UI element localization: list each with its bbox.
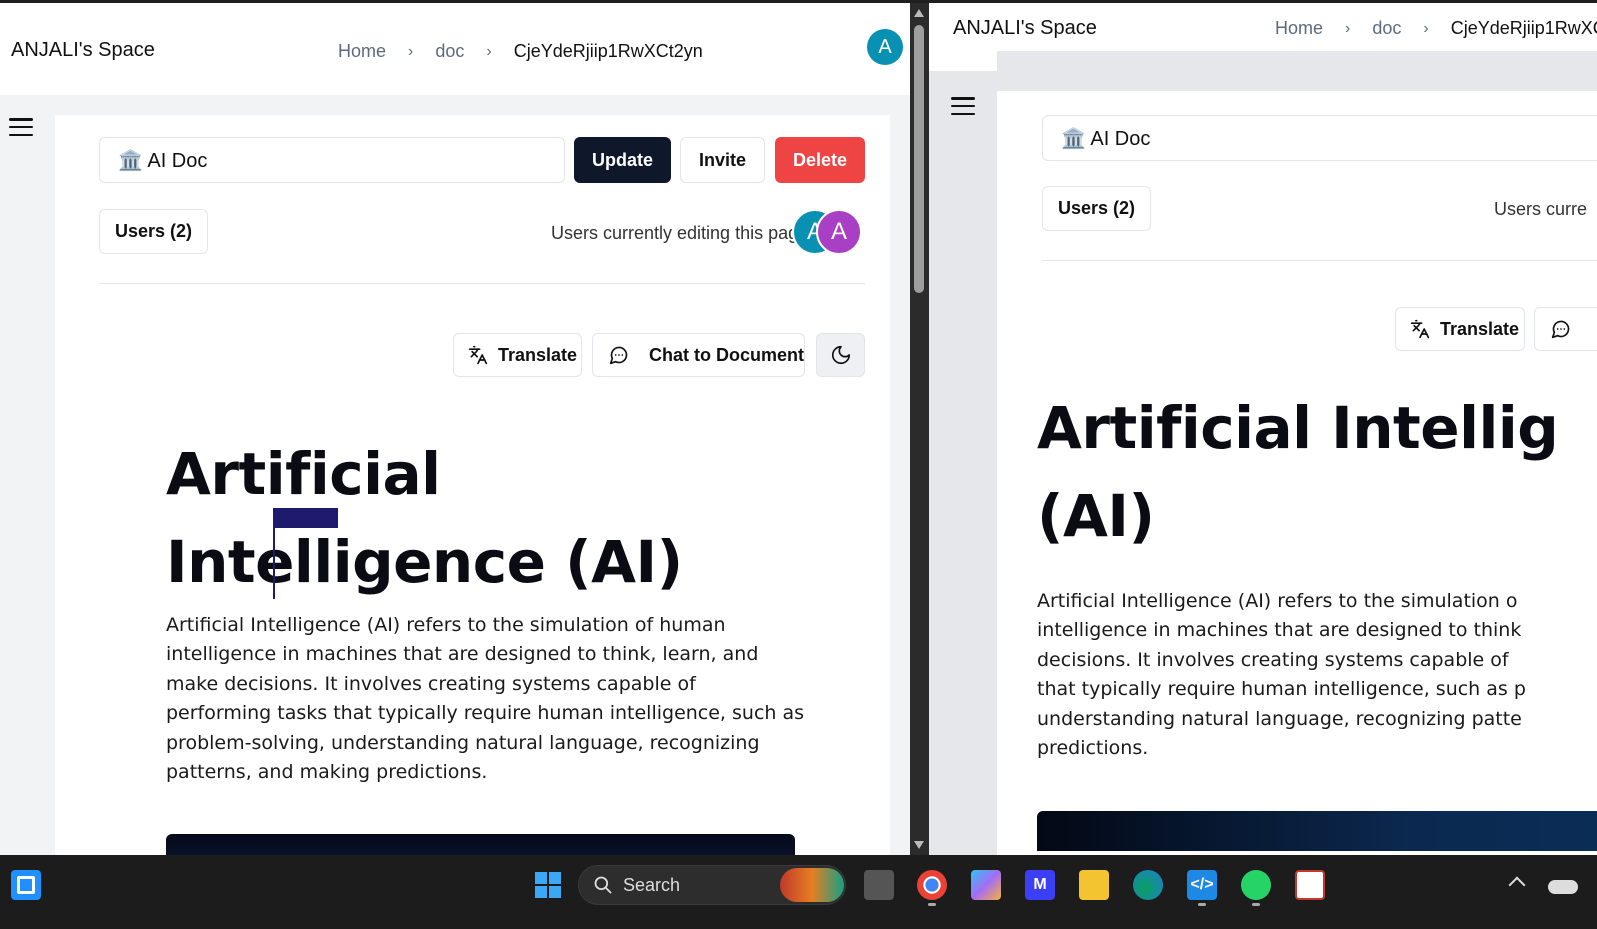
user-avatar[interactable]: A	[867, 29, 903, 65]
windows-taskbar: Search M </>	[0, 855, 1597, 929]
editing-users-label: Users currently editing this page	[551, 223, 809, 243]
document-panel: 🏛️ AI Doc Update Invite Delete Users (2)…	[75, 115, 890, 872]
search-highlight-icon[interactable]	[780, 868, 844, 902]
chevron-up-icon[interactable]	[1508, 876, 1526, 894]
paragraph-line: Artificial Intelligence (AI) refers to t…	[1037, 590, 1518, 612]
chat-label: Chat to Document	[649, 344, 804, 365]
invite-button[interactable]: Invite	[680, 137, 765, 183]
document-heading[interactable]: Artificial Intelligence (AI)	[166, 430, 806, 606]
divider	[1042, 260, 1597, 261]
divider	[99, 283, 865, 284]
paragraph-line: understanding natural language, recogniz…	[1037, 707, 1522, 730]
document-paragraph[interactable]: Artificial Intelligence (AI) refers to t…	[1037, 587, 1597, 763]
snipping-tool-icon[interactable]	[1295, 870, 1325, 900]
document-paragraph[interactable]: Artificial Intelligence (AI) refers to t…	[166, 611, 806, 787]
translate-label: Translate	[498, 344, 578, 365]
editor-avatar[interactable]: A	[816, 209, 862, 255]
whatsapp-icon[interactable]	[1241, 870, 1271, 900]
breadcrumb-home[interactable]: Home	[338, 41, 386, 62]
breadcrumb-home[interactable]: Home	[1275, 18, 1323, 39]
menu-icon[interactable]	[951, 97, 975, 115]
editing-users-label: Users curre	[1494, 199, 1588, 219]
chrome-icon[interactable]	[917, 870, 947, 900]
chevron-right-icon: ›	[1423, 19, 1429, 37]
breadcrumb: Home › doc › CjeYdeRjiip1RwXCt2yn	[338, 41, 703, 62]
top-bar: ANJALI's Space Home › doc › CjeYdeRjiip1…	[0, 3, 910, 95]
translate-button[interactable]: Translate	[1395, 307, 1525, 351]
breadcrumb-current: CjeYdeRjiip1RwXCt2yn	[513, 41, 703, 61]
translate-icon	[468, 345, 488, 365]
collaborator-cursor	[273, 515, 275, 599]
paragraph-line: decisions. It involves creating systems …	[1037, 648, 1509, 671]
running-indicator	[1252, 903, 1260, 906]
document-heading[interactable]: Artificial Intellig (AI)	[1037, 384, 1597, 560]
moon-icon	[831, 345, 851, 365]
paragraph-line: intelligence in machines that are design…	[1037, 619, 1522, 642]
copilot-icon[interactable]	[971, 870, 1001, 900]
translate-button[interactable]: Translate	[453, 333, 582, 377]
vscode-icon[interactable]: </>	[1187, 870, 1217, 900]
widgets-icon[interactable]	[11, 870, 41, 900]
chat-to-document-button[interactable]: Chat to Document	[592, 333, 805, 377]
onedrive-cloud-icon[interactable]	[1548, 880, 1578, 894]
menu-icon[interactable]	[9, 118, 33, 136]
breadcrumb-doc[interactable]: doc	[1372, 18, 1401, 39]
collaborator-cursor-label	[273, 508, 338, 528]
content-gutter	[890, 95, 910, 872]
translate-label: Translate	[1440, 318, 1520, 339]
document-panel: 🏛️ AI Doc Users (2) Users curre Translat…	[1017, 91, 1597, 872]
running-indicator	[928, 903, 936, 906]
sidebar: N	[0, 95, 55, 872]
content-gutter	[55, 95, 890, 115]
translate-icon	[1410, 319, 1430, 339]
scroll-down-arrow-icon[interactable]	[914, 841, 924, 849]
scroll-up-arrow-icon[interactable]	[914, 9, 924, 17]
app-icon[interactable]: M	[1025, 870, 1055, 900]
search-icon	[594, 876, 612, 894]
message-circle-icon	[609, 346, 628, 365]
chevron-right-icon: ›	[408, 42, 414, 60]
chevron-right-icon: ›	[1345, 19, 1351, 37]
chevron-right-icon: ›	[486, 42, 492, 60]
doc-title-input[interactable]: 🏛️ AI Doc	[1042, 115, 1597, 161]
scroll-thumb[interactable]	[914, 25, 924, 293]
space-title: ANJALI's Space	[11, 39, 155, 61]
users-button[interactable]: Users (2)	[99, 209, 208, 254]
users-button[interactable]: Users (2)	[1042, 186, 1151, 231]
breadcrumb-doc[interactable]: doc	[435, 41, 464, 62]
content-gutter	[997, 51, 1597, 91]
paragraph-line: predictions.	[1037, 737, 1149, 760]
delete-button[interactable]: Delete	[775, 137, 865, 183]
task-view-icon[interactable]	[864, 870, 894, 900]
search-placeholder: Search	[623, 874, 681, 895]
edge-icon[interactable]	[1133, 870, 1163, 900]
right-browser-pane: ANJALI's Space Home › doc › CjeYdeRjiip1…	[929, 3, 1597, 872]
paragraph-line: that typically require human intelligenc…	[1037, 678, 1526, 701]
sidebar: N	[929, 71, 997, 872]
file-explorer-icon[interactable]	[1079, 870, 1109, 900]
windows-start-icon[interactable]	[533, 870, 563, 900]
doc-title-input[interactable]: 🏛️ AI Doc	[99, 137, 565, 183]
breadcrumb: Home › doc › CjeYdeRjiip1RwXC	[1275, 18, 1597, 39]
left-browser-pane: ANJALI's Space Home › doc › CjeYdeRjiip1…	[0, 3, 910, 872]
space-title: ANJALI's Space	[953, 17, 1097, 39]
running-indicator	[1198, 903, 1206, 906]
breadcrumb-current: CjeYdeRjiip1RwXC	[1450, 18, 1597, 38]
chat-to-document-button[interactable]	[1534, 307, 1597, 351]
message-circle-icon	[1551, 320, 1570, 339]
document-image	[1037, 811, 1597, 851]
dark-mode-toggle[interactable]	[816, 333, 865, 377]
top-bar: ANJALI's Space Home › doc › CjeYdeRjiip1…	[929, 3, 1597, 51]
update-button[interactable]: Update	[574, 137, 671, 183]
left-pane-scrollbar[interactable]	[910, 3, 929, 855]
